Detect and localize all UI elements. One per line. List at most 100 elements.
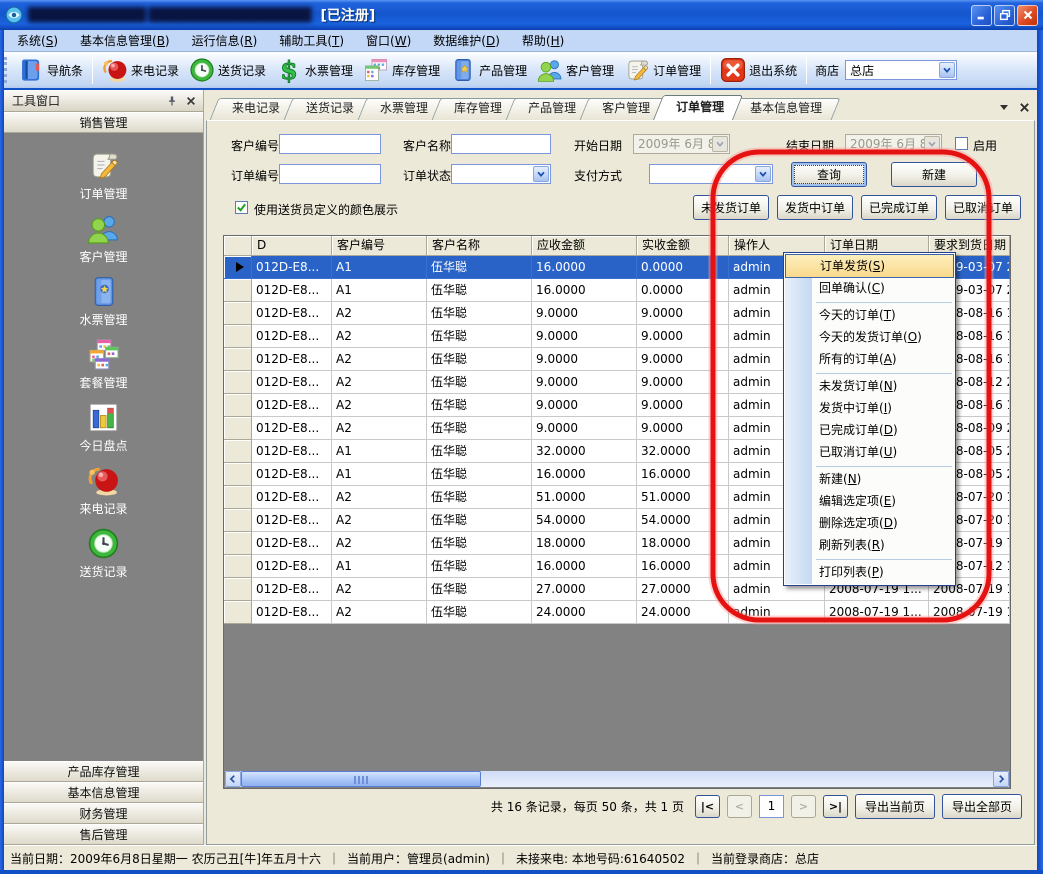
status-separator: ｜ [328,850,340,867]
sidebar-item-送货记录[interactable]: 送货记录 [4,521,203,584]
menu-item-7[interactable]: 帮助(H) [511,30,575,52]
horizontal-scrollbar[interactable] [225,771,1009,787]
toolbar-button-4[interactable]: $水票管理 [271,54,358,86]
context-menu-item-打印列表[interactable]: 打印列表(P) [785,562,954,584]
table-cell: 伍华聪 [427,509,532,532]
tab-送货记录[interactable]: 送货记录 [288,98,368,120]
tab-库存管理[interactable]: 库存管理 [436,98,516,120]
menu-item-4[interactable]: 辅助工具(T) [268,30,355,52]
shop-select[interactable]: 总店 [845,60,957,80]
grid-column-header-客户编号[interactable]: 客户编号 [332,236,427,256]
menu-item-2[interactable]: 基本信息管理(B) [69,30,181,52]
sidebar-section-财务管理[interactable]: 财务管理 [4,803,203,824]
pay-method-select[interactable] [649,164,773,184]
new-button[interactable]: 新建 [891,162,977,187]
sidebar-item-订单管理[interactable]: 订单管理 [4,143,203,206]
next-page-button[interactable]: > [791,795,816,818]
query-button[interactable]: 查询 [791,162,867,187]
toolbar-button-6[interactable]: 产品管理 [445,54,532,86]
context-menu-item-删除选定项[interactable]: 删除选定项(D) [785,513,954,535]
toolbar-button-1[interactable]: 导航条 [13,54,88,86]
first-page-button[interactable]: |< [695,795,720,818]
tool-window-close-icon[interactable] [183,93,199,109]
tab-订单管理[interactable]: 订单管理 [658,95,738,120]
end-date-picker[interactable]: 2009年 6月 8日 [845,134,942,154]
table-row[interactable]: 012D-E8...A2伍华聪24.000024.0000admin2008-0… [224,601,1010,624]
context-menu-item-所有的订单[interactable]: 所有的订单(A) [785,349,954,371]
toolbar-button-7[interactable]: 客户管理 [532,54,619,86]
context-menu-item-编辑选定项[interactable]: 编辑选定项(E) [785,491,954,513]
grid-column-header-marker[interactable] [224,236,252,256]
context-menu-item-今天的订单[interactable]: 今天的订单(T) [785,305,954,327]
toolbar-button-2[interactable]: 来电记录 [97,54,184,86]
filter-button-已完成订单[interactable]: 已完成订单 [861,195,937,220]
context-menu-item-今天的发货订单[interactable]: 今天的发货订单(O) [785,327,954,349]
menu-item-3[interactable]: 运行信息(R) [181,30,269,52]
filter-button-未发货订单[interactable]: 未发货订单 [693,195,769,220]
context-menu-item-回单确认[interactable]: 回单确认(C) [785,278,954,300]
filter-button-发货中订单[interactable]: 发货中订单 [777,195,853,220]
export-all-pages-button[interactable]: 导出全部页 [942,794,1022,819]
tab-客户管理[interactable]: 客户管理 [584,98,664,120]
context-menu-item-新建[interactable]: 新建(N) [785,469,954,491]
minimize-button[interactable] [971,5,992,26]
prev-page-button[interactable]: < [727,795,752,818]
row-marker-cell [224,509,252,532]
sidebar-section-基本信息管理[interactable]: 基本信息管理 [4,782,203,803]
tab-来电记录[interactable]: 来电记录 [214,98,294,120]
sidebar-item-来电记录[interactable]: 来电记录 [4,458,203,521]
table-cell: 012D-E8... [252,532,332,555]
tab-基本信息管理[interactable]: 基本信息管理 [732,98,836,120]
pin-icon[interactable] [164,93,180,109]
table-cell: 伍华聪 [427,394,532,417]
meals-grid-icon [87,338,120,371]
grid-column-header-客户名称[interactable]: 客户名称 [427,236,532,256]
context-menu-item-订单发货[interactable]: 订单发货(S) [785,254,954,278]
filter-button-已取消订单[interactable]: 已取消订单 [945,195,1021,220]
sidebar-section-sales-management[interactable]: 销售管理 [4,112,203,133]
scroll-right-icon[interactable] [993,771,1009,787]
grid-column-header-D[interactable]: D [252,236,332,256]
close-button[interactable] [1017,5,1038,26]
restore-button[interactable] [994,5,1015,26]
toolbar-button-3[interactable]: 送货记录 [184,54,271,86]
sidebar-section-产品库存管理[interactable]: 产品库存管理 [4,761,203,782]
sidebar-section-售后管理[interactable]: 售后管理 [4,824,203,845]
tab-水票管理[interactable]: 水票管理 [362,98,442,120]
sidebar-item-今日盘点[interactable]: 今日盘点 [4,395,203,458]
sidebar-item-水票管理[interactable]: 水票管理 [4,269,203,332]
toolbar-button-8[interactable]: 订单管理 [619,54,706,86]
enable-date-checkbox[interactable] [955,137,968,150]
customer-no-input[interactable] [279,134,381,154]
color-display-checkbox[interactable] [235,201,248,214]
scrollbar-thumb[interactable] [241,771,481,787]
sidebar-item-label: 客户管理 [79,248,127,265]
sidebar-item-客户管理[interactable]: 客户管理 [4,206,203,269]
tab-close-icon[interactable] [1017,100,1031,114]
menu-item-6[interactable]: 数据维护(D) [422,30,511,52]
tab-产品管理[interactable]: 产品管理 [510,98,590,120]
menu-item-5[interactable]: 窗口(W) [355,30,422,52]
export-current-page-button[interactable]: 导出当前页 [855,794,935,819]
context-menu-item-刷新列表[interactable]: 刷新列表(R) [785,535,954,557]
context-menu-item-已取消订单[interactable]: 已取消订单(U) [785,442,954,464]
last-page-button[interactable]: >| [823,795,848,818]
menu-item-1[interactable]: 系统(S) [6,30,69,52]
page-number-input[interactable]: 1 [759,795,784,818]
start-date-picker[interactable]: 2009年 6月 8日 [633,134,730,154]
order-status-select[interactable] [451,164,551,184]
order-no-input[interactable] [279,164,381,184]
customer-name-input[interactable] [451,134,551,154]
sidebar-item-套餐管理[interactable]: 套餐管理 [4,332,203,395]
toolbar-button-5[interactable]: 库存管理 [358,54,445,86]
context-menu-item-未发货订单[interactable]: 未发货订单(N) [785,376,954,398]
table-cell: A2 [332,486,427,509]
scroll-left-icon[interactable] [225,771,241,787]
context-menu-item-发货中订单[interactable]: 发货中订单(I) [785,398,954,420]
grid-column-header-实收金额[interactable]: 实收金额 [637,236,729,256]
table-cell: 18.0000 [637,532,729,555]
tab-list-dropdown-icon[interactable] [997,100,1011,114]
toolbar-button-9[interactable]: 退出系统 [715,54,802,86]
context-menu-item-已完成订单[interactable]: 已完成订单(D) [785,420,954,442]
grid-column-header-应收金额[interactable]: 应收金额 [532,236,637,256]
